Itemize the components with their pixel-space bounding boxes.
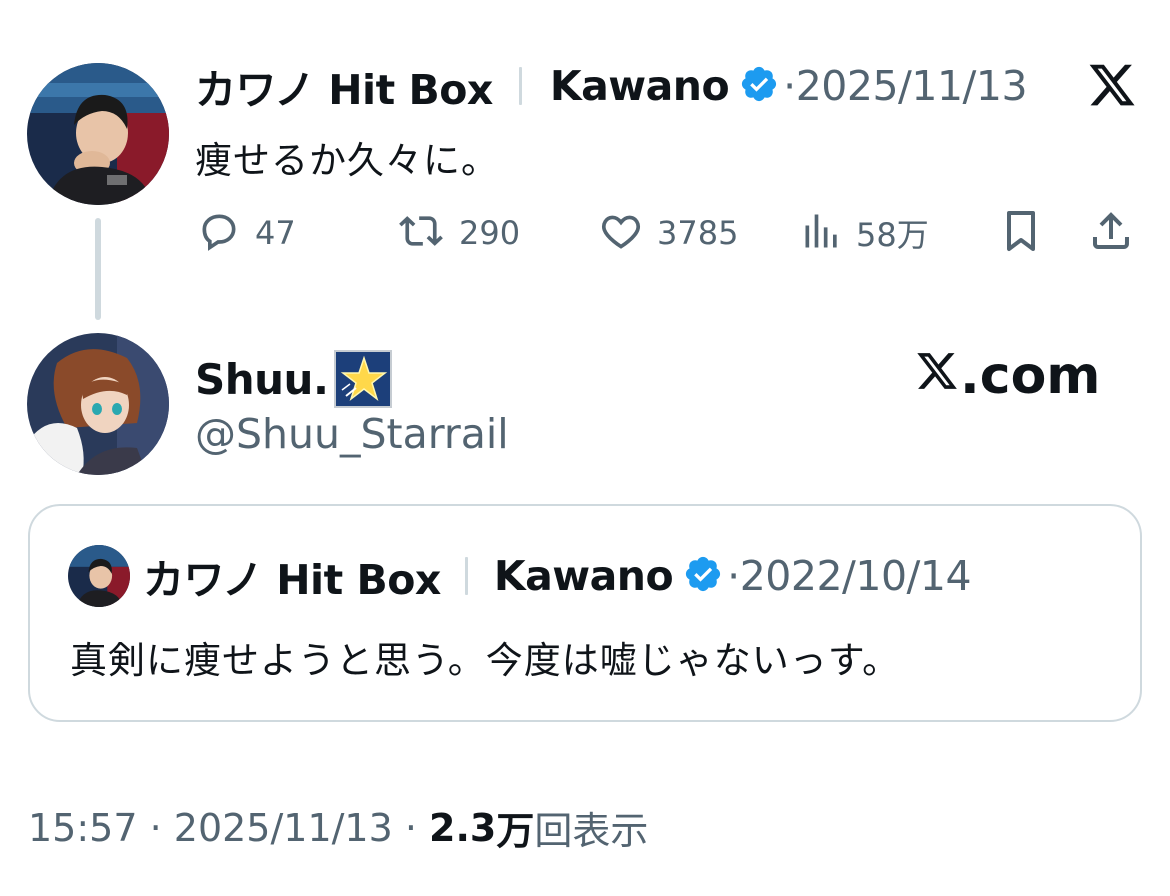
- views-button[interactable]: 58万: [800, 205, 929, 261]
- views-icon: [800, 209, 844, 257]
- footer-dot: ·: [137, 805, 174, 850]
- quoted-author-display-name: カワノ Hit Box: [143, 556, 441, 604]
- bookmark-button[interactable]: [997, 205, 1045, 261]
- retweet-button[interactable]: 290: [395, 205, 520, 261]
- footer-views-suffix: 回表示: [534, 809, 649, 853]
- quoted-tweet-card[interactable]: [28, 504, 1142, 722]
- shuu-avatar[interactable]: [27, 333, 169, 475]
- footer-views-unit: 万: [496, 809, 535, 853]
- reply-button[interactable]: 47: [195, 205, 296, 261]
- footer-dot-2: ·: [392, 805, 430, 850]
- reply-author-name-row: Shuu.: [195, 350, 393, 408]
- quoted-author-secondary-name: Kawano: [493, 552, 674, 600]
- x-com-text: .com: [960, 346, 1101, 406]
- reply-author-display-name[interactable]: Shuu.: [195, 355, 329, 404]
- footer-time[interactable]: 15:57: [28, 806, 138, 850]
- author-secondary-name[interactable]: Kawano: [550, 62, 730, 110]
- views-count: 58万: [856, 216, 929, 254]
- share-icon: [1085, 207, 1137, 259]
- tweet-date[interactable]: ·2025/11/13: [783, 62, 1027, 110]
- like-icon: [597, 209, 645, 257]
- thread-connector-line: [95, 218, 101, 320]
- author-display-name[interactable]: カワノ Hit Box: [195, 56, 493, 116]
- quoted-tweet-header: カワノ Hit Box Kawano ·2022/10/14: [143, 548, 972, 604]
- reply-author-handle[interactable]: @Shuu_Starrail: [195, 410, 509, 458]
- tweet-actions-bar: 47 290 3785 58万: [195, 205, 1140, 261]
- like-count: 3785: [657, 214, 739, 252]
- parent-tweet-text: 痩せるか久々に。: [195, 139, 499, 182]
- quoted-tweet-text: 真剣に痩せようと思う。今度は嘘じゃないっす。: [70, 639, 901, 682]
- footer-date[interactable]: 2025/11/13: [174, 806, 393, 850]
- reply-icon: [195, 209, 243, 257]
- like-button[interactable]: 3785: [597, 205, 738, 261]
- x-logo-icon[interactable]: [1086, 60, 1138, 110]
- quoted-tweet-date-value: 2022/10/14: [739, 552, 972, 600]
- x-logo-mark-icon: [914, 346, 960, 406]
- quoted-tweet-date: ·2022/10/14: [727, 552, 972, 600]
- quoted-author-avatar: [68, 545, 130, 607]
- quoted-verified-badge-icon: [683, 554, 723, 598]
- star-emoji-icon: [334, 350, 393, 408]
- footer-views-count: 2.3: [429, 805, 497, 850]
- name-separator: [518, 67, 522, 105]
- verified-badge-icon: [739, 64, 779, 108]
- tweet-timestamp-footer: 15:57 · 2025/11/13 · 2.3 万 回表示: [28, 800, 648, 855]
- reply-count: 47: [255, 214, 296, 252]
- share-button[interactable]: [1085, 205, 1137, 261]
- kawano-avatar[interactable]: [27, 63, 169, 205]
- tweet-date-value: 2025/11/13: [795, 62, 1028, 110]
- parent-tweet-header: カワノ Hit Box Kawano ·2025/11/13: [195, 56, 1028, 116]
- x-com-watermark: .com: [914, 346, 1101, 406]
- retweet-icon: [395, 209, 447, 257]
- quoted-name-separator: [464, 557, 468, 595]
- bookmark-icon: [997, 207, 1045, 259]
- retweet-count: 290: [459, 214, 521, 252]
